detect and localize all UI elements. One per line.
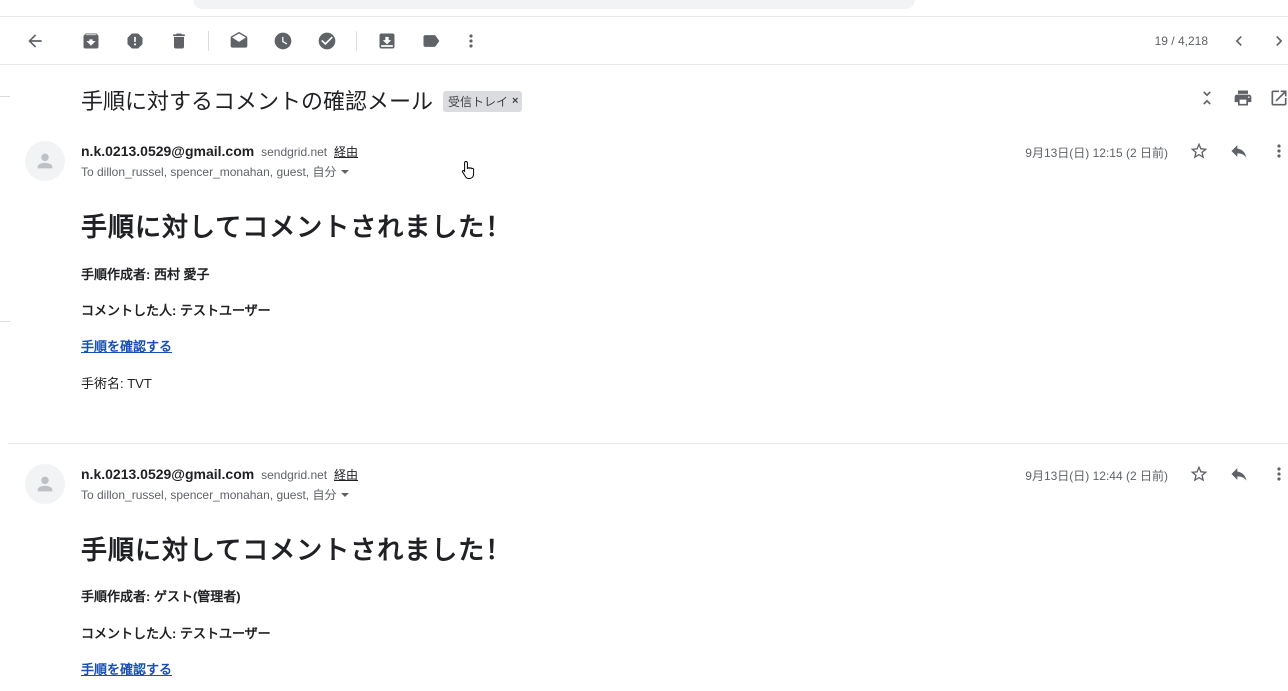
back-arrow-icon[interactable] [23,29,47,53]
hand-cursor-icon [461,160,477,185]
label-icon[interactable] [419,29,443,53]
avatar[interactable] [25,141,65,181]
star-icon[interactable] [1188,463,1210,485]
remove-label-icon[interactable]: × [512,95,518,107]
recipients[interactable]: To dillon_russel, spencer_monahan, guest… [81,163,350,180]
newer-chevron-icon[interactable] [1227,29,1251,53]
inbox-label-chip[interactable]: 受信トレイ × [443,90,523,112]
recipients-text: To dillon_russel, spencer_monahan, guest… [81,165,337,179]
procedure-author: 手順作成者: 西村 愛子 [81,267,210,282]
more-vert-icon[interactable] [1268,463,1288,485]
add-task-icon[interactable] [315,29,339,53]
email-body-title: 手順に対してコメントされました！ [81,212,513,242]
commenter: コメントした人: テストユーザー [81,303,271,318]
sender-email[interactable]: n.k.0213.0529@gmail.com [81,466,254,482]
left-edge-mark [0,321,10,322]
collapse-all-icon[interactable] [1197,88,1217,113]
message-date: 9月13日(日) 12:15 (2 日前) [1025,146,1168,160]
older-chevron-icon[interactable] [1267,29,1288,53]
message-divider [8,443,1288,444]
report-spam-icon[interactable] [123,29,147,53]
message-date: 9月13日(日) 12:44 (2 日前) [1025,469,1168,483]
sender-domain: sendgrid.net [261,468,328,482]
email-body-title: 手順に対してコメントされました！ [81,535,513,565]
check-procedure-link[interactable]: 手順を確認する [81,659,172,678]
thread-subject: 手順に対するコメントの確認メール [81,89,434,114]
avatar[interactable] [25,464,65,504]
reply-icon[interactable] [1228,140,1250,162]
recipients-dropdown-icon[interactable] [341,492,350,497]
search-bar[interactable] [193,0,915,9]
check-procedure-link[interactable]: 手順を確認する [81,336,172,355]
commenter: コメントした人: テストユーザー [81,626,271,641]
sender-line: n.k.0213.0529@gmail.com sendgrid.net 経由 [81,143,358,160]
snooze-icon[interactable] [271,29,295,53]
more-vert-icon[interactable] [459,29,483,53]
toolbar: 19 / 4,218 [0,17,1288,65]
procedure-author: 手順作成者: ゲスト(管理者) [81,589,241,604]
more-vert-icon[interactable] [1268,140,1288,162]
toolbar-separator [356,31,357,51]
star-icon[interactable] [1188,140,1210,162]
pager-count: 19 / 4,218 [1154,34,1208,48]
via-link[interactable]: 経由 [334,145,358,159]
recipients-text: To dillon_russel, spencer_monahan, guest… [81,488,337,502]
delete-icon[interactable] [167,29,191,53]
sender-line: n.k.0213.0529@gmail.com sendgrid.net 経由 [81,466,358,483]
subject-row: 手順に対するコメントの確認メール 受信トレイ × [81,84,523,116]
move-to-icon[interactable] [375,29,399,53]
sender-domain: sendgrid.net [261,145,328,159]
via-link[interactable]: 経由 [334,468,358,482]
recipients[interactable]: To dillon_russel, spencer_monahan, guest… [81,486,350,503]
open-new-window-icon[interactable] [1269,88,1288,113]
recipients-dropdown-icon[interactable] [341,169,350,174]
print-icon[interactable] [1233,88,1253,113]
mark-unread-icon[interactable] [227,29,251,53]
reply-icon[interactable] [1228,463,1250,485]
procedure-name: 手術名: TVT [81,376,152,391]
toolbar-separator [208,31,209,51]
label-text: 受信トレイ [448,94,509,109]
left-edge-mark [0,96,10,97]
sender-email[interactable]: n.k.0213.0529@gmail.com [81,143,254,159]
archive-icon[interactable] [79,29,103,53]
